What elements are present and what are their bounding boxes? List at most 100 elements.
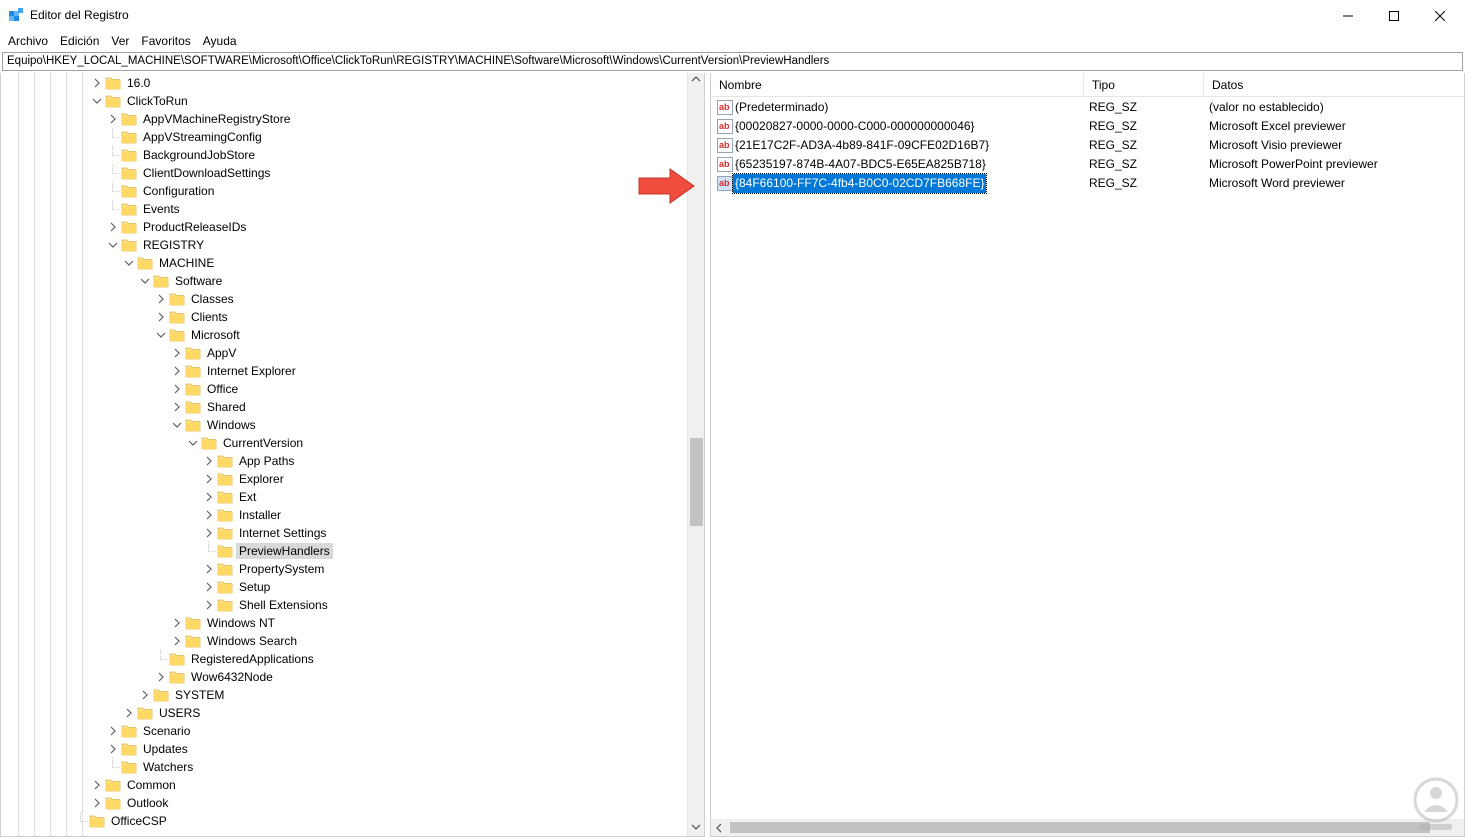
menu-ver[interactable]: Ver xyxy=(105,31,135,51)
chevron-right-icon[interactable] xyxy=(105,740,121,758)
tree-node[interactable]: Common xyxy=(89,776,179,794)
tree-node[interactable]: Updates xyxy=(105,740,191,758)
menu-ayuda[interactable]: Ayuda xyxy=(197,31,243,51)
list-item[interactable]: ab {00020827-0000-0000-C000-000000000046}… xyxy=(711,117,1464,136)
list-horizontal-scrollbar[interactable] xyxy=(711,819,1464,836)
chevron-down-icon[interactable] xyxy=(121,254,137,272)
tree-node[interactable]: Microsoft xyxy=(153,326,243,344)
list-item[interactable]: ab {65235197-874B-4A07-BDC5-E65EA825B718}… xyxy=(711,155,1464,174)
chevron-right-icon[interactable] xyxy=(121,704,137,722)
tree-node[interactable]: MACHINE xyxy=(121,254,217,272)
values-list-pane[interactable]: Nombre Tipo Datos ab (Predeterminado) REG_… xyxy=(710,73,1465,837)
tree-node[interactable]: Windows NT xyxy=(169,614,278,632)
tree-node[interactable]: Events xyxy=(105,200,183,218)
tree-node[interactable]: Outlook xyxy=(89,794,171,812)
tree-node[interactable]: Software xyxy=(137,272,225,290)
tree-node[interactable]: ClientDownloadSettings xyxy=(105,164,273,182)
column-header-type[interactable]: Tipo xyxy=(1084,73,1204,97)
list-item[interactable]: ab {21E17C2F-AD3A-4b89-841F-09CFE02D16B7}… xyxy=(711,136,1464,155)
menu-archivo[interactable]: Archivo xyxy=(2,31,54,51)
tree-node[interactable]: Watchers xyxy=(105,758,196,776)
tree-node[interactable]: AppVStreamingConfig xyxy=(105,128,265,146)
chevron-right-icon[interactable] xyxy=(201,470,217,488)
tree-node[interactable]: App Paths xyxy=(201,452,297,470)
tree-node[interactable]: PreviewHandlers xyxy=(201,542,333,560)
tree-node[interactable]: BackgroundJobStore xyxy=(105,146,258,164)
chevron-right-icon[interactable] xyxy=(89,794,105,812)
tree-node[interactable]: 16.0 xyxy=(89,74,153,92)
tree-node[interactable]: Clients xyxy=(153,308,231,326)
tree-node[interactable]: USERS xyxy=(121,704,203,722)
tree-node[interactable]: CurrentVersion xyxy=(185,434,306,452)
tree-node[interactable]: SYSTEM xyxy=(137,686,227,704)
chevron-down-icon[interactable] xyxy=(105,236,121,254)
chevron-down-icon[interactable] xyxy=(137,272,153,290)
tree-node[interactable]: Installer xyxy=(201,506,284,524)
tree-node[interactable]: AppVMachineRegistryStore xyxy=(105,110,293,128)
chevron-right-icon[interactable] xyxy=(169,344,185,362)
menu-favoritos[interactable]: Favoritos xyxy=(135,31,196,51)
tree-node[interactable]: AppV xyxy=(169,344,239,362)
chevron-right-icon[interactable] xyxy=(105,110,121,128)
list-scroll-thumb[interactable] xyxy=(730,822,1430,833)
tree-node[interactable]: Configuration xyxy=(105,182,217,200)
tree-node[interactable]: RegisteredApplications xyxy=(153,650,317,668)
chevron-right-icon[interactable] xyxy=(137,686,153,704)
tree-node[interactable]: Ext xyxy=(201,488,259,506)
key-tree-pane[interactable]: 16.0 ClickToRun AppVMachineRegistryStore Ap… xyxy=(0,73,705,837)
tree-node[interactable]: PropertySystem xyxy=(201,560,327,578)
chevron-right-icon[interactable] xyxy=(201,452,217,470)
chevron-right-icon[interactable] xyxy=(169,380,185,398)
tree-node[interactable]: Shared xyxy=(169,398,249,416)
tree-node[interactable]: Setup xyxy=(201,578,273,596)
menu-edicion[interactable]: Edición xyxy=(54,31,105,51)
maximize-button[interactable] xyxy=(1371,0,1417,31)
chevron-down-icon[interactable] xyxy=(153,326,169,344)
tree-node[interactable]: Explorer xyxy=(201,470,287,488)
tree-node[interactable]: Internet Settings xyxy=(201,524,329,542)
chevron-right-icon[interactable] xyxy=(169,362,185,380)
column-header-name[interactable]: Nombre xyxy=(711,73,1084,97)
tree-node[interactable]: Office xyxy=(169,380,241,398)
tree-node[interactable]: Windows xyxy=(169,416,259,434)
tree-node[interactable]: Windows Search xyxy=(169,632,300,650)
chevron-right-icon[interactable] xyxy=(169,632,185,650)
chevron-right-icon[interactable] xyxy=(201,488,217,506)
chevron-right-icon[interactable] xyxy=(153,290,169,308)
chevron-right-icon[interactable] xyxy=(201,506,217,524)
tree-node[interactable]: Scenario xyxy=(105,722,193,740)
chevron-right-icon[interactable] xyxy=(153,308,169,326)
list-item[interactable]: ab {84F66100-FF7C-4fb4-B0C0-02CD7FB668FE}… xyxy=(711,173,1464,194)
chevron-right-icon[interactable] xyxy=(201,596,217,614)
chevron-right-icon[interactable] xyxy=(105,218,121,236)
tree-node[interactable]: ClickToRun xyxy=(89,92,191,110)
chevron-right-icon[interactable] xyxy=(153,668,169,686)
chevron-right-icon[interactable] xyxy=(89,776,105,794)
minimize-button[interactable] xyxy=(1325,0,1371,31)
address-bar[interactable]: Equipo\HKEY_LOCAL_MACHINE\SOFTWARE\Micro… xyxy=(2,52,1463,71)
chevron-right-icon[interactable] xyxy=(201,524,217,542)
column-header-data[interactable]: Datos xyxy=(1204,73,1464,97)
chevron-down-icon[interactable] xyxy=(89,92,105,110)
tree-scroll-thumb[interactable] xyxy=(690,438,703,526)
chevron-right-icon[interactable] xyxy=(201,560,217,578)
list-item[interactable]: ab (Predeterminado) REG_SZ (valor no establ… xyxy=(711,98,1464,117)
chevron-right-icon[interactable] xyxy=(201,578,217,596)
tree-node[interactable]: ProductReleaseIDs xyxy=(105,218,249,236)
scroll-left-icon[interactable] xyxy=(715,823,723,833)
chevron-down-icon[interactable] xyxy=(185,434,201,452)
close-button[interactable] xyxy=(1417,0,1463,31)
scroll-down-icon[interactable] xyxy=(691,823,701,831)
tree-node[interactable]: Wow6432Node xyxy=(153,668,276,686)
tree-node[interactable]: OfficeCSP xyxy=(73,812,170,830)
chevron-right-icon[interactable] xyxy=(89,74,105,92)
tree-node[interactable]: Classes xyxy=(153,290,237,308)
scroll-up-icon[interactable] xyxy=(691,75,701,83)
tree-node[interactable]: Internet Explorer xyxy=(169,362,299,380)
chevron-right-icon[interactable] xyxy=(169,614,185,632)
chevron-right-icon[interactable] xyxy=(105,722,121,740)
chevron-down-icon[interactable] xyxy=(169,416,185,434)
chevron-right-icon[interactable] xyxy=(169,398,185,416)
tree-node[interactable]: REGISTRY xyxy=(105,236,207,254)
tree-node[interactable]: Shell Extensions xyxy=(201,596,331,614)
